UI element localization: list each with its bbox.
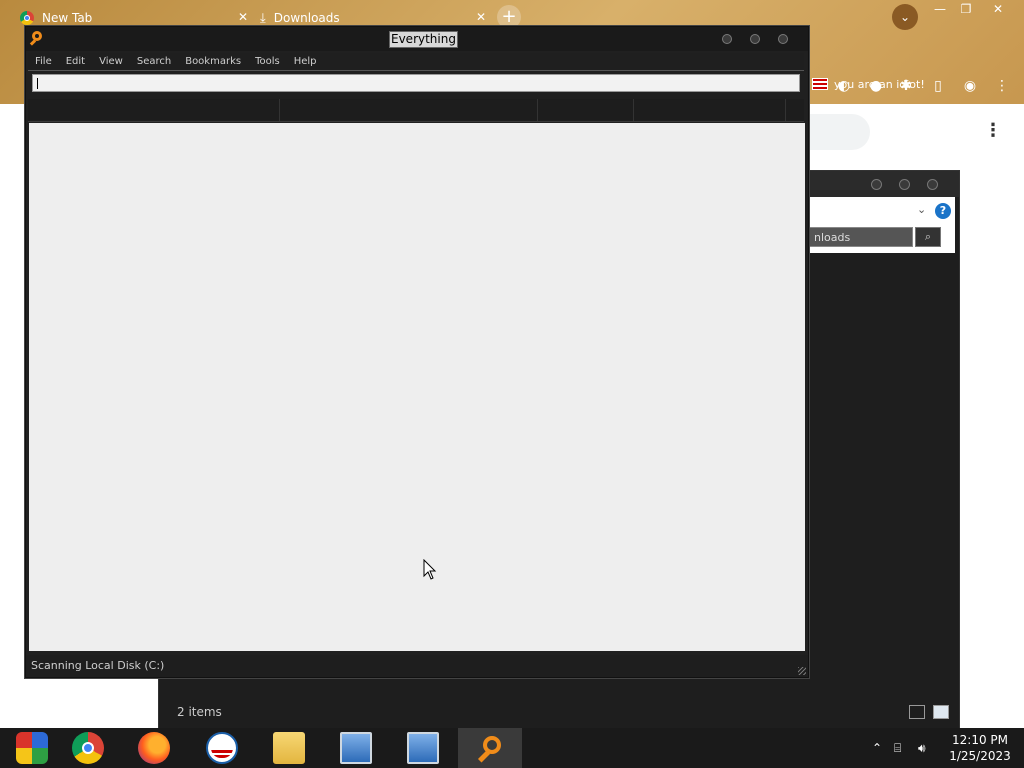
results-list[interactable] (29, 123, 805, 651)
taskbar-setup-1[interactable] (324, 728, 388, 768)
taskbar-obama-app[interactable] (190, 728, 254, 768)
side-panel-icon[interactable]: ▯ (928, 76, 948, 96)
download-icon: ⤓ (260, 10, 266, 26)
profile-icon[interactable]: ◉ (960, 76, 980, 96)
chrome-icon (72, 732, 104, 764)
resize-grip[interactable] (798, 667, 806, 675)
restore-button[interactable]: ❐ (952, 0, 980, 18)
taskbar: ⌃ ⌸ 🔊︎ 12:10 PM 1/25/2023 (0, 728, 1024, 768)
everything-titlebar[interactable]: Everything (26, 27, 808, 51)
status-text: Scanning Local Disk (C:) (31, 659, 165, 672)
item-count: 2 items (177, 705, 222, 719)
status-bar: Scanning Local Disk (C:) (26, 655, 808, 677)
firefox-icon (138, 732, 170, 764)
large-icons-view-icon[interactable] (933, 705, 949, 719)
chevron-up-icon[interactable]: ⌃ (872, 728, 882, 768)
menu-tools[interactable]: Tools (248, 53, 287, 70)
menu-icon[interactable]: ⋮ (992, 76, 1012, 96)
menu-view[interactable]: View (92, 53, 130, 70)
maximize-button[interactable] (750, 34, 760, 44)
menu-bookmarks[interactable]: Bookmarks (178, 53, 248, 70)
tab-search-button[interactable]: ⌄ (892, 4, 918, 30)
close-button[interactable] (778, 34, 788, 44)
menu-file[interactable]: File (28, 53, 59, 70)
explorer-search-input[interactable]: nloads (809, 227, 913, 247)
bookmark-label: you are an idiot! (834, 77, 925, 91)
taskbar-firefox[interactable] (122, 728, 186, 768)
start-icon (16, 732, 48, 764)
close-button[interactable] (927, 179, 938, 190)
tab-label: Downloads (273, 11, 340, 25)
column-date-modified[interactable] (634, 99, 786, 121)
menu-help[interactable]: Help (287, 53, 324, 70)
results-column-header (28, 99, 804, 122)
close-icon[interactable]: ✕ (476, 10, 486, 24)
close-icon[interactable]: ✕ (238, 10, 248, 24)
taskbar-setup-2[interactable] (391, 728, 455, 768)
close-icon: ✕ (992, 2, 1004, 16)
chevron-down-icon: ⌄ (899, 10, 911, 24)
flag-icon (812, 78, 828, 90)
menu-edit[interactable]: Edit (59, 53, 92, 70)
menu-search[interactable]: Search (130, 53, 178, 70)
search-input[interactable] (32, 74, 800, 92)
column-size[interactable] (538, 99, 634, 121)
folder-icon (273, 732, 305, 764)
computer-setup-icon (407, 732, 439, 764)
search-app-icon (32, 31, 42, 41)
taskbar-chrome[interactable] (56, 728, 120, 768)
taskbar-file-explorer[interactable] (257, 728, 321, 768)
restore-icon: ❐ (960, 2, 972, 16)
bookmark-item[interactable]: you are an idiot! (812, 74, 925, 94)
chevron-down-icon[interactable]: ⌄ (917, 203, 926, 216)
minimize-button[interactable]: — (926, 0, 954, 18)
search-app-icon (474, 732, 506, 764)
column-path[interactable] (280, 99, 538, 121)
column-name[interactable] (28, 99, 280, 121)
text-caret (37, 78, 38, 89)
maximize-button[interactable] (899, 179, 910, 190)
help-icon[interactable]: ? (935, 203, 951, 219)
more-options-icon[interactable]: ⋮ (984, 120, 1002, 141)
obama-logo-icon (206, 732, 238, 764)
network-icon[interactable]: ⌸ (894, 728, 901, 768)
search-icon[interactable]: ⌕ (915, 227, 941, 247)
clock-date: 1/25/2023 (949, 749, 1011, 763)
computer-setup-icon (340, 732, 372, 764)
browser-search-box[interactable] (808, 114, 870, 150)
details-view-icon[interactable] (909, 705, 925, 719)
mouse-cursor-icon (423, 559, 437, 580)
system-clock[interactable]: 12:10 PM 1/25/2023 (940, 732, 1020, 764)
tab-label: New Tab (42, 11, 93, 25)
close-window-button[interactable]: ✕ (984, 0, 1012, 18)
chrome-icon (20, 11, 34, 25)
volume-icon[interactable]: 🔊︎ (918, 728, 926, 768)
start-button[interactable] (0, 728, 64, 768)
window-title: Everything (389, 31, 458, 48)
minimize-button[interactable] (871, 179, 882, 190)
clock-time: 12:10 PM (952, 733, 1008, 747)
minimize-button[interactable] (722, 34, 732, 44)
menu-bar: File Edit View Search Bookmarks Tools He… (28, 53, 804, 71)
taskbar-everything[interactable] (458, 728, 522, 768)
minimize-icon: — (934, 2, 946, 16)
everything-window: Everything File Edit View Search Bookmar… (25, 26, 809, 678)
